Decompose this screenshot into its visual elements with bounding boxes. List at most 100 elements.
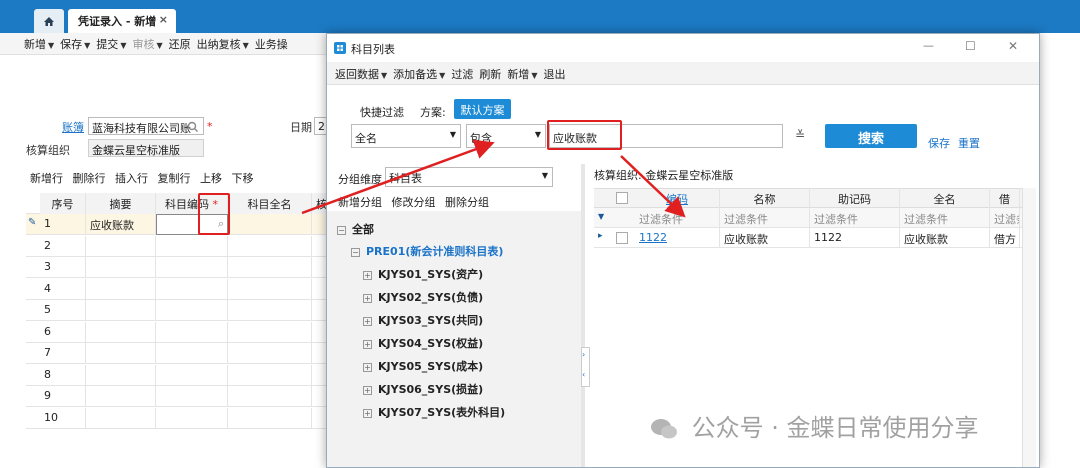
tab-voucher-entry[interactable]: 凭证录入 - 新增 × bbox=[68, 9, 176, 33]
collapse-icon[interactable]: − bbox=[351, 247, 360, 257]
tree-node[interactable]: + KJYS07_SYS(表外科目) bbox=[363, 404, 505, 420]
table-cell[interactable] bbox=[228, 257, 312, 278]
toolbar-button-item-0[interactable]: 新增 ▼ bbox=[24, 36, 54, 52]
edit-group-button[interactable]: 修改分组 bbox=[392, 194, 436, 210]
subject-code-cell[interactable] bbox=[156, 386, 228, 407]
dialog-toolbar-button-item-0[interactable]: 返回数据 ▼ bbox=[335, 66, 387, 82]
insert-row-button[interactable]: 插入行 bbox=[115, 170, 148, 186]
delete-row-button[interactable]: 删除行 bbox=[73, 170, 106, 186]
group-dim-select[interactable]: 科目表 ▼ bbox=[385, 167, 553, 187]
close-icon[interactable]: × bbox=[159, 13, 168, 26]
table-row[interactable]: 8 bbox=[26, 364, 330, 386]
search-button[interactable]: 搜索 bbox=[825, 124, 917, 148]
table-row[interactable]: 5 bbox=[26, 300, 330, 321]
close-icon[interactable]: ✕ bbox=[1008, 39, 1018, 53]
tree-node[interactable]: + KJYS03_SYS(共同) bbox=[363, 312, 483, 328]
summary-cell[interactable] bbox=[86, 278, 156, 300]
expand-icon[interactable]: + bbox=[363, 385, 372, 395]
result-column-header[interactable]: 名称 bbox=[720, 188, 810, 208]
save-scheme-link[interactable]: 保存 bbox=[928, 135, 950, 151]
table-row[interactable]: 10 bbox=[26, 407, 330, 429]
tree-node[interactable]: + KJYS01_SYS(资产) bbox=[363, 266, 483, 282]
expand-icon[interactable]: + bbox=[363, 293, 372, 303]
dialog-toolbar-button-item-1[interactable]: 添加备选 ▼ bbox=[393, 66, 445, 82]
table-cell[interactable] bbox=[228, 343, 312, 364]
table-cell[interactable] bbox=[228, 278, 312, 300]
expand-icon[interactable]: + bbox=[363, 408, 372, 418]
subject-code-cell[interactable] bbox=[156, 407, 228, 429]
table-cell[interactable] bbox=[228, 321, 312, 343]
add-group-button[interactable]: 新增分组 bbox=[338, 194, 382, 210]
subject-code-cell[interactable] bbox=[156, 235, 228, 257]
filter-condition-input[interactable]: 过滤条件 bbox=[810, 208, 900, 228]
splitter-toggle[interactable]: › ‹ bbox=[581, 347, 590, 387]
table-cell[interactable] bbox=[228, 364, 312, 386]
table-row[interactable]: ✎ 1 应收账款 ⌕ bbox=[26, 214, 330, 235]
summary-cell[interactable] bbox=[86, 386, 156, 407]
filter-condition-input[interactable]: 过滤条件 bbox=[900, 208, 990, 228]
table-cell[interactable] bbox=[228, 214, 312, 235]
summary-cell[interactable] bbox=[86, 257, 156, 278]
table-row[interactable]: 6 bbox=[26, 321, 330, 343]
toolbar-button-item-5[interactable]: 出纳复核 ▼ bbox=[197, 36, 249, 52]
table-row[interactable]: 2 bbox=[26, 235, 330, 257]
toolbar-button-item-1[interactable]: 保存 ▼ bbox=[60, 36, 90, 52]
subject-code-cell[interactable] bbox=[156, 364, 228, 386]
dialog-toolbar-button-item-2[interactable]: 过滤 bbox=[451, 66, 473, 82]
expand-icon[interactable]: + bbox=[363, 270, 372, 280]
account-book-label[interactable]: 账簿 bbox=[62, 119, 84, 135]
dialog-toolbar-button-item-4[interactable]: 新增 ▼ bbox=[507, 66, 537, 82]
move-down-button[interactable]: 下移 bbox=[232, 170, 254, 186]
scrollbar[interactable] bbox=[1022, 188, 1036, 467]
maximize-icon[interactable]: ☐ bbox=[965, 39, 976, 53]
default-scheme-button[interactable]: 默认方案 bbox=[454, 99, 511, 119]
toolbar-button-item-3[interactable]: 审核 ▼ bbox=[132, 36, 162, 52]
collapse-icon[interactable]: − bbox=[337, 225, 346, 235]
tree-chart-node[interactable]: − PRE01(新会计准则科目表) bbox=[351, 243, 503, 259]
copy-row-button[interactable]: 复制行 bbox=[158, 170, 191, 186]
minimize-icon[interactable]: — bbox=[923, 39, 934, 52]
table-row[interactable]: 4 bbox=[26, 278, 330, 300]
dialog-toolbar-button-item-5[interactable]: 退出 bbox=[543, 66, 565, 82]
table-cell[interactable] bbox=[228, 235, 312, 257]
table-cell[interactable] bbox=[228, 300, 312, 321]
result-column-header[interactable]: 全名 bbox=[900, 188, 990, 208]
table-cell[interactable] bbox=[228, 386, 312, 407]
table-cell[interactable] bbox=[228, 407, 312, 429]
summary-cell[interactable] bbox=[86, 235, 156, 257]
subject-code-cell[interactable] bbox=[156, 300, 228, 321]
add-row-button[interactable]: 新增行 bbox=[30, 170, 63, 186]
subject-code-cell[interactable] bbox=[156, 343, 228, 364]
table-row[interactable]: 3 bbox=[26, 257, 330, 278]
home-tab[interactable] bbox=[34, 9, 64, 33]
summary-cell[interactable] bbox=[86, 407, 156, 429]
expand-icon[interactable]: + bbox=[363, 362, 372, 372]
tree-node[interactable]: + KJYS04_SYS(权益) bbox=[363, 335, 483, 351]
result-column-header[interactable]: 编码 bbox=[635, 188, 720, 208]
filter-field-select[interactable]: 全名 ▼ bbox=[351, 124, 461, 148]
table-row[interactable]: 9 bbox=[26, 386, 330, 407]
filter-operator-select[interactable]: 包含 ▼ bbox=[466, 124, 546, 148]
filter-condition-input[interactable]: 过滤条件 bbox=[635, 208, 720, 228]
table-row[interactable]: 7 bbox=[26, 343, 330, 364]
summary-cell[interactable]: 应收账款 bbox=[86, 214, 156, 235]
delete-group-button[interactable]: 删除分组 bbox=[445, 194, 489, 210]
result-column-header[interactable]: 借 bbox=[990, 188, 1020, 208]
filter-condition-input[interactable]: 过滤条件 bbox=[990, 208, 1020, 228]
tree-node[interactable]: + KJYS02_SYS(负债) bbox=[363, 289, 483, 305]
row-checkbox[interactable] bbox=[616, 232, 628, 244]
select-all-checkbox[interactable] bbox=[616, 192, 628, 204]
dialog-toolbar-button-item-3[interactable]: 刷新 bbox=[479, 66, 501, 82]
filter-condition-input[interactable]: 过滤条件 bbox=[720, 208, 810, 228]
toolbar-button-item-6[interactable]: 业务操 bbox=[255, 36, 288, 52]
expand-icon[interactable]: + bbox=[363, 316, 372, 326]
summary-cell[interactable] bbox=[86, 343, 156, 364]
result-column-header[interactable]: 助记码 bbox=[810, 188, 900, 208]
splitter[interactable] bbox=[581, 164, 585, 467]
tree-node[interactable]: + KJYS05_SYS(成本) bbox=[363, 358, 483, 374]
subject-code-cell[interactable] bbox=[156, 257, 228, 278]
summary-cell[interactable] bbox=[86, 364, 156, 386]
toolbar-button-item-2[interactable]: 提交 ▼ bbox=[96, 36, 126, 52]
expand-double-chevron-icon[interactable]: ≚ bbox=[795, 128, 805, 142]
toolbar-button-item-4[interactable]: 还原 bbox=[169, 36, 191, 52]
